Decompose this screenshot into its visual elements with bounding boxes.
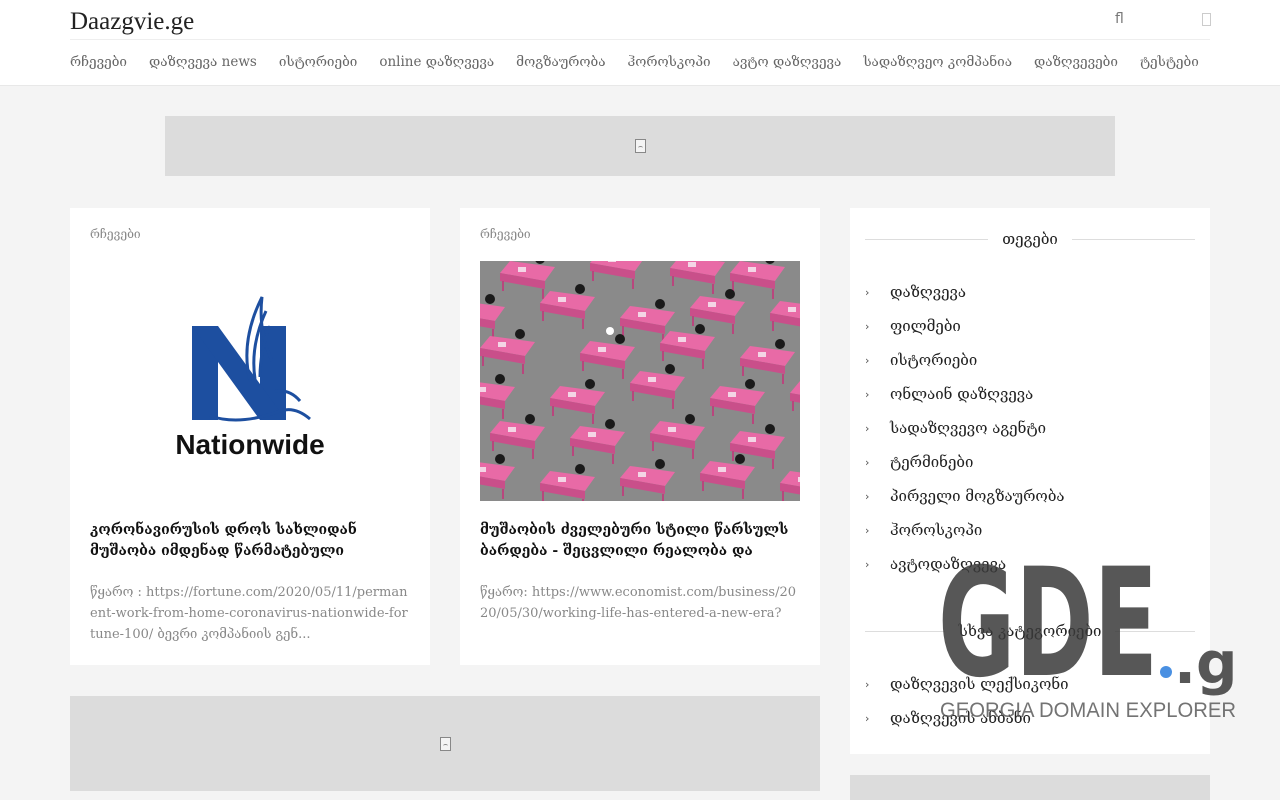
nav-item-auto-insurance[interactable]: ავტო დაზღვევა bbox=[733, 54, 842, 70]
tag-item[interactable]: › პირველი მოგზაურობა bbox=[865, 479, 1195, 513]
chevron-right-icon: › bbox=[865, 711, 870, 725]
nav-item-travel[interactable]: მოგზაურობა bbox=[516, 54, 605, 70]
post-category[interactable]: რჩევები bbox=[90, 227, 141, 241]
tag-item[interactable]: › ისტორიები bbox=[865, 343, 1195, 377]
svg-text:GEORGIA DOMAIN EXPLORER: GEORGIA DOMAIN EXPLORER bbox=[940, 699, 1236, 722]
svg-text:.ge: .ge bbox=[1174, 629, 1238, 697]
chevron-right-icon: › bbox=[865, 523, 870, 537]
ad-banner-bottom[interactable] bbox=[70, 696, 820, 791]
site-header: Daazgvie.ge fl რჩევები დაზღვევა news ისტ… bbox=[0, 0, 1280, 86]
chevron-right-icon: › bbox=[865, 319, 870, 333]
post-title[interactable]: კორონავირუსის დროს სახლიდან მუშაობა იმდე… bbox=[90, 520, 412, 562]
post-excerpt: წყარო: https://www.economist.com/busines… bbox=[480, 585, 797, 621]
menu-icon[interactable] bbox=[1202, 13, 1211, 26]
ad-banner-side[interactable] bbox=[850, 775, 1210, 800]
search-icon[interactable]: fl bbox=[1115, 11, 1124, 27]
post-category[interactable]: რჩევები bbox=[480, 227, 531, 241]
chevron-right-icon: › bbox=[865, 285, 870, 299]
broken-image-icon bbox=[634, 139, 646, 153]
tag-item[interactable]: › სადაზღვევო აგენტი bbox=[865, 411, 1195, 445]
chevron-right-icon: › bbox=[865, 353, 870, 367]
post-excerpt: წყარო : https://fortune.com/2020/05/11/p… bbox=[90, 585, 408, 642]
post-card: რჩევები მუშაობის ძველებური სტილი წარსულს… bbox=[460, 208, 820, 665]
chevron-right-icon: › bbox=[865, 387, 870, 401]
nav-item-insurance-news[interactable]: დაზღვევა news bbox=[149, 54, 257, 70]
nav-item-insurances[interactable]: დაზღვევები bbox=[1034, 54, 1118, 70]
chevron-right-icon: › bbox=[865, 557, 870, 571]
post-image-office-desks[interactable] bbox=[480, 261, 800, 501]
nav-item-online-insurance[interactable]: online დაზღვევა bbox=[379, 54, 494, 70]
chevron-right-icon: › bbox=[865, 489, 870, 503]
tag-item[interactable]: › ტერმინები bbox=[865, 445, 1195, 479]
nav-item-insurance-company[interactable]: სადაზღვეო კომპანია bbox=[863, 54, 1012, 70]
header-divider bbox=[70, 39, 1210, 40]
chevron-right-icon: › bbox=[865, 677, 870, 691]
chevron-right-icon: › bbox=[865, 421, 870, 435]
nav-item-stories[interactable]: ისტორიები bbox=[279, 54, 358, 70]
tag-item[interactable]: › ჰოროსკოპი bbox=[865, 513, 1195, 547]
post-card: რჩევები Nationwide კორონავირუსის დროს სა… bbox=[70, 208, 430, 665]
post-title[interactable]: მუშაობის ძველებური სტილი წარსულს ბარდება… bbox=[480, 520, 802, 562]
post-image-nationwide[interactable]: Nationwide bbox=[90, 261, 410, 501]
chevron-right-icon: › bbox=[865, 455, 870, 469]
nav-item-horoscope[interactable]: ჰოროსკოპი bbox=[628, 54, 711, 70]
main-nav: რჩევები დაზღვევა news ისტორიები online დ… bbox=[70, 54, 1221, 70]
tags-heading: თეგები bbox=[865, 230, 1196, 248]
site-logo[interactable]: Daazgvie.ge bbox=[70, 8, 194, 36]
ad-banner-top[interactable] bbox=[165, 116, 1115, 176]
broken-image-icon bbox=[439, 736, 451, 751]
nav-item-tests[interactable]: ტესტები bbox=[1140, 54, 1199, 70]
tag-item[interactable]: › ფილმები bbox=[865, 309, 1195, 343]
svg-text:GDE: GDE bbox=[938, 555, 1158, 711]
nav-item-tips[interactable]: რჩევები bbox=[70, 54, 127, 70]
tag-item[interactable]: › ონლაინ დაზღვევა bbox=[865, 377, 1195, 411]
tag-item[interactable]: › დაზღვევა bbox=[865, 275, 1195, 309]
nationwide-wordmark: Nationwide bbox=[175, 429, 324, 460]
gde-watermark-logo: GDE .ge GEORGIA DOMAIN EXPLORER bbox=[938, 537, 1277, 725]
tags-list: › დაზღვევა › ფილმები › ისტორიები › ონლაინ და… bbox=[865, 275, 1195, 581]
